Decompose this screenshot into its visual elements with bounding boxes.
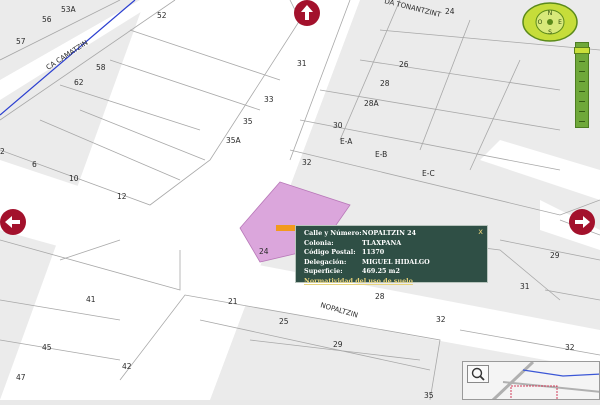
info-row: Delegación: MIGUEL HIDALGO [304,258,481,268]
lot-number: 57 [16,37,26,46]
building-label: E-C [422,169,435,178]
info-row: Código Postal: 11370 [304,248,481,258]
lot-number: 47 [16,373,26,382]
overview-zoom-button[interactable] [467,365,489,383]
info-label: Colonia: [304,238,334,247]
info-row: Colonia: TLAXPANA [304,239,481,249]
lot-number: 28 [375,292,385,301]
arrow-right-icon [575,216,590,228]
close-popup-button[interactable]: x [478,227,483,237]
zoom-tick [579,121,585,122]
lot-number: 32 [302,158,312,167]
building-label: E-B [375,150,387,159]
lot-number: 32 [436,315,446,324]
lot-number: 21 [228,297,238,306]
lot-number: 58 [96,63,106,72]
info-label: Calle y Número: [304,229,362,237]
lot-number: 35 [243,117,253,126]
magnifier-icon [471,367,485,381]
info-value: 469.25 m2 [362,267,400,276]
arrow-left-icon [5,216,20,228]
info-label: Código Postal: [304,248,356,257]
lot-number: 42 [122,362,132,371]
lot-number: 29 [550,251,560,260]
lot-number: 28A [364,99,380,108]
lot-number: 31 [520,282,530,291]
info-value: MIGUEL HIDALGO [362,257,430,266]
map-canvas[interactable]: 53A 57 52 56 58 62 31 33 35 35A 24 26 28… [0,0,600,401]
pan-right-button[interactable] [569,209,595,235]
info-label: Superficie: [304,267,343,276]
info-row: Superficie: 469.25 m2 [304,267,481,277]
lot-number: 26 [399,60,409,69]
parcel-number: 24 [259,247,269,256]
info-row: Normatividad del uso de suelo [304,277,481,287]
zoom-slider-handle[interactable] [574,47,590,54]
info-label: Delegación: [304,257,347,266]
lot-number: 52 [157,11,167,20]
popup-pointer [276,225,295,231]
building-label: E-A [340,137,353,146]
info-value: TLAXPANA [362,238,402,247]
lot-number: 62 [74,78,84,87]
overview-map[interactable] [462,361,600,400]
pan-left-button[interactable] [0,209,26,235]
info-value: 11370 [362,248,385,257]
zoom-tick [579,61,585,62]
parcel-info-popup: x Calle y Número:NOPALTZIN 24 Colonia: TL… [295,225,488,285]
lot-number: 28 [380,79,390,88]
info-row: Calle y Número:NOPALTZIN 24 [304,229,481,239]
lot-number: 29 [333,340,343,349]
lot-number: 56 [42,15,52,24]
lot-number: 31 [297,59,307,68]
lot-number: 32 [565,343,575,352]
compass-east[interactable]: E [558,19,562,26]
pan-up-button[interactable] [294,0,320,26]
lot-number: 30 [333,121,343,130]
compass-icon: N S E O [522,2,578,42]
zoom-tick [579,71,585,72]
compass-control[interactable]: N S E O [522,2,578,42]
zoom-tick [579,111,585,112]
lot-number: 41 [86,295,96,304]
zoom-tick [579,81,585,82]
compass-west[interactable]: O [538,19,543,26]
land-use-link[interactable]: Normatividad del uso de suelo [304,277,413,285]
lot-number: 35A [226,136,242,145]
lot-number: 25 [279,317,289,326]
zoom-slider[interactable] [574,42,590,128]
info-value: NOPALTZIN 24 [362,229,417,237]
lot-number: 53A [61,5,77,14]
lot-number: 12 [117,192,127,201]
lot-number: 24 [445,7,455,16]
map-layer[interactable]: 53A 57 52 56 58 62 31 33 35 35A 24 26 28… [0,0,600,401]
lot-number: 45 [42,343,52,352]
lot-number: 10 [69,174,79,183]
zoom-tick [579,101,585,102]
compass-south[interactable]: S [548,29,552,36]
lot-number: 35 [424,391,434,400]
arrow-up-icon [301,5,313,20]
lot-number: 2 [0,147,5,156]
zoom-tick [579,91,585,92]
lot-number: 33 [264,95,274,104]
lot-number: 6 [32,160,37,169]
compass-north[interactable]: N [548,10,553,17]
